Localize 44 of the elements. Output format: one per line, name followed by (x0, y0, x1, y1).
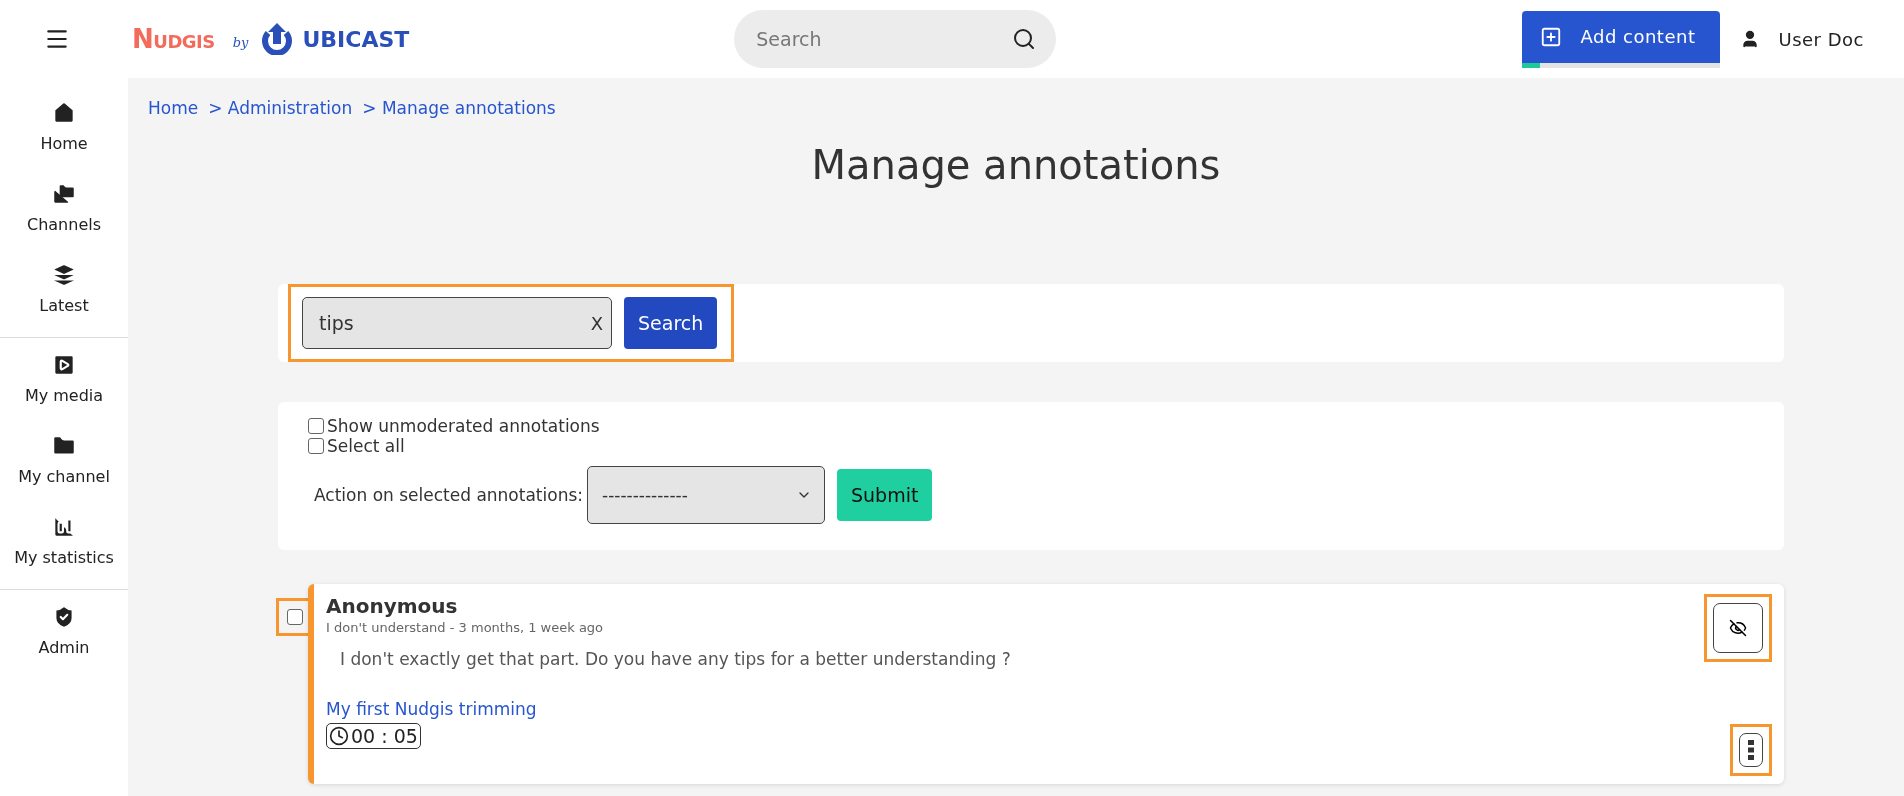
timecode[interactable]: 00 : 05 (326, 723, 421, 749)
search-field[interactable]: Search (734, 10, 1057, 68)
search-icon[interactable] (1012, 27, 1037, 51)
logo-text: by (232, 34, 249, 50)
checkbox-option[interactable]: Show unmoderated annotations (308, 416, 1754, 436)
sidebar-item[interactable]: My media (0, 344, 128, 413)
action-select[interactable]: -------------- (587, 466, 825, 524)
checkbox-option[interactable]: Select all (308, 436, 1754, 456)
user-link[interactable]: User Doc (1740, 28, 1864, 50)
sidebar-item[interactable]: Home (0, 92, 128, 161)
author-name: Anonymous (326, 594, 459, 618)
search-field[interactable]: tips X (302, 297, 612, 349)
annotation-meta: I don't understand - 3 months, 1 week ago (326, 620, 605, 635)
add-icon (1540, 25, 1563, 48)
search-button[interactable]: Search (624, 297, 718, 349)
clear-button[interactable]: X (590, 312, 603, 334)
checkbox[interactable] (308, 418, 324, 434)
add-content-button[interactable]: Add content (1522, 10, 1721, 63)
checkbox[interactable] (287, 609, 303, 625)
brand-logo: Nudgis (132, 24, 215, 54)
more-button[interactable] (1739, 733, 1763, 767)
page-title: Manage annotations (810, 142, 1222, 188)
submit-button[interactable]: Submit (837, 469, 933, 521)
more-icon (1748, 740, 1754, 760)
company-logo: UBICAST (302, 26, 410, 52)
sidebar-item[interactable]: Admin (0, 596, 128, 665)
sidebar-item[interactable]: My channel (0, 425, 128, 494)
upload-circle-icon (262, 23, 293, 55)
action-label: Action on selected annotations: (314, 485, 583, 505)
hide-button[interactable] (1713, 603, 1763, 653)
breadcrumb-link[interactable]: > Administration (208, 98, 353, 118)
sidebar-item[interactable]: My statistics (0, 506, 128, 575)
breadcrumb-link[interactable]: > Manage annotations (362, 98, 556, 118)
annotation-text: I don't exactly get that part. Do you have any tips for a better understanding ? (340, 649, 1011, 669)
clock-icon (329, 726, 349, 746)
checkbox[interactable] (308, 438, 324, 454)
breadcrumb-link[interactable]: Home (148, 98, 199, 118)
media-link[interactable]: My first Nudgis trimming (326, 699, 1011, 719)
search-input[interactable]: Search (754, 27, 1013, 51)
latest-icon (51, 262, 77, 288)
search-input[interactable]: tips (317, 311, 591, 335)
eye-off-icon (1729, 619, 1747, 637)
sidebar-item[interactable]: Channels (0, 173, 128, 242)
sidebar-item[interactable]: Latest (0, 254, 128, 323)
